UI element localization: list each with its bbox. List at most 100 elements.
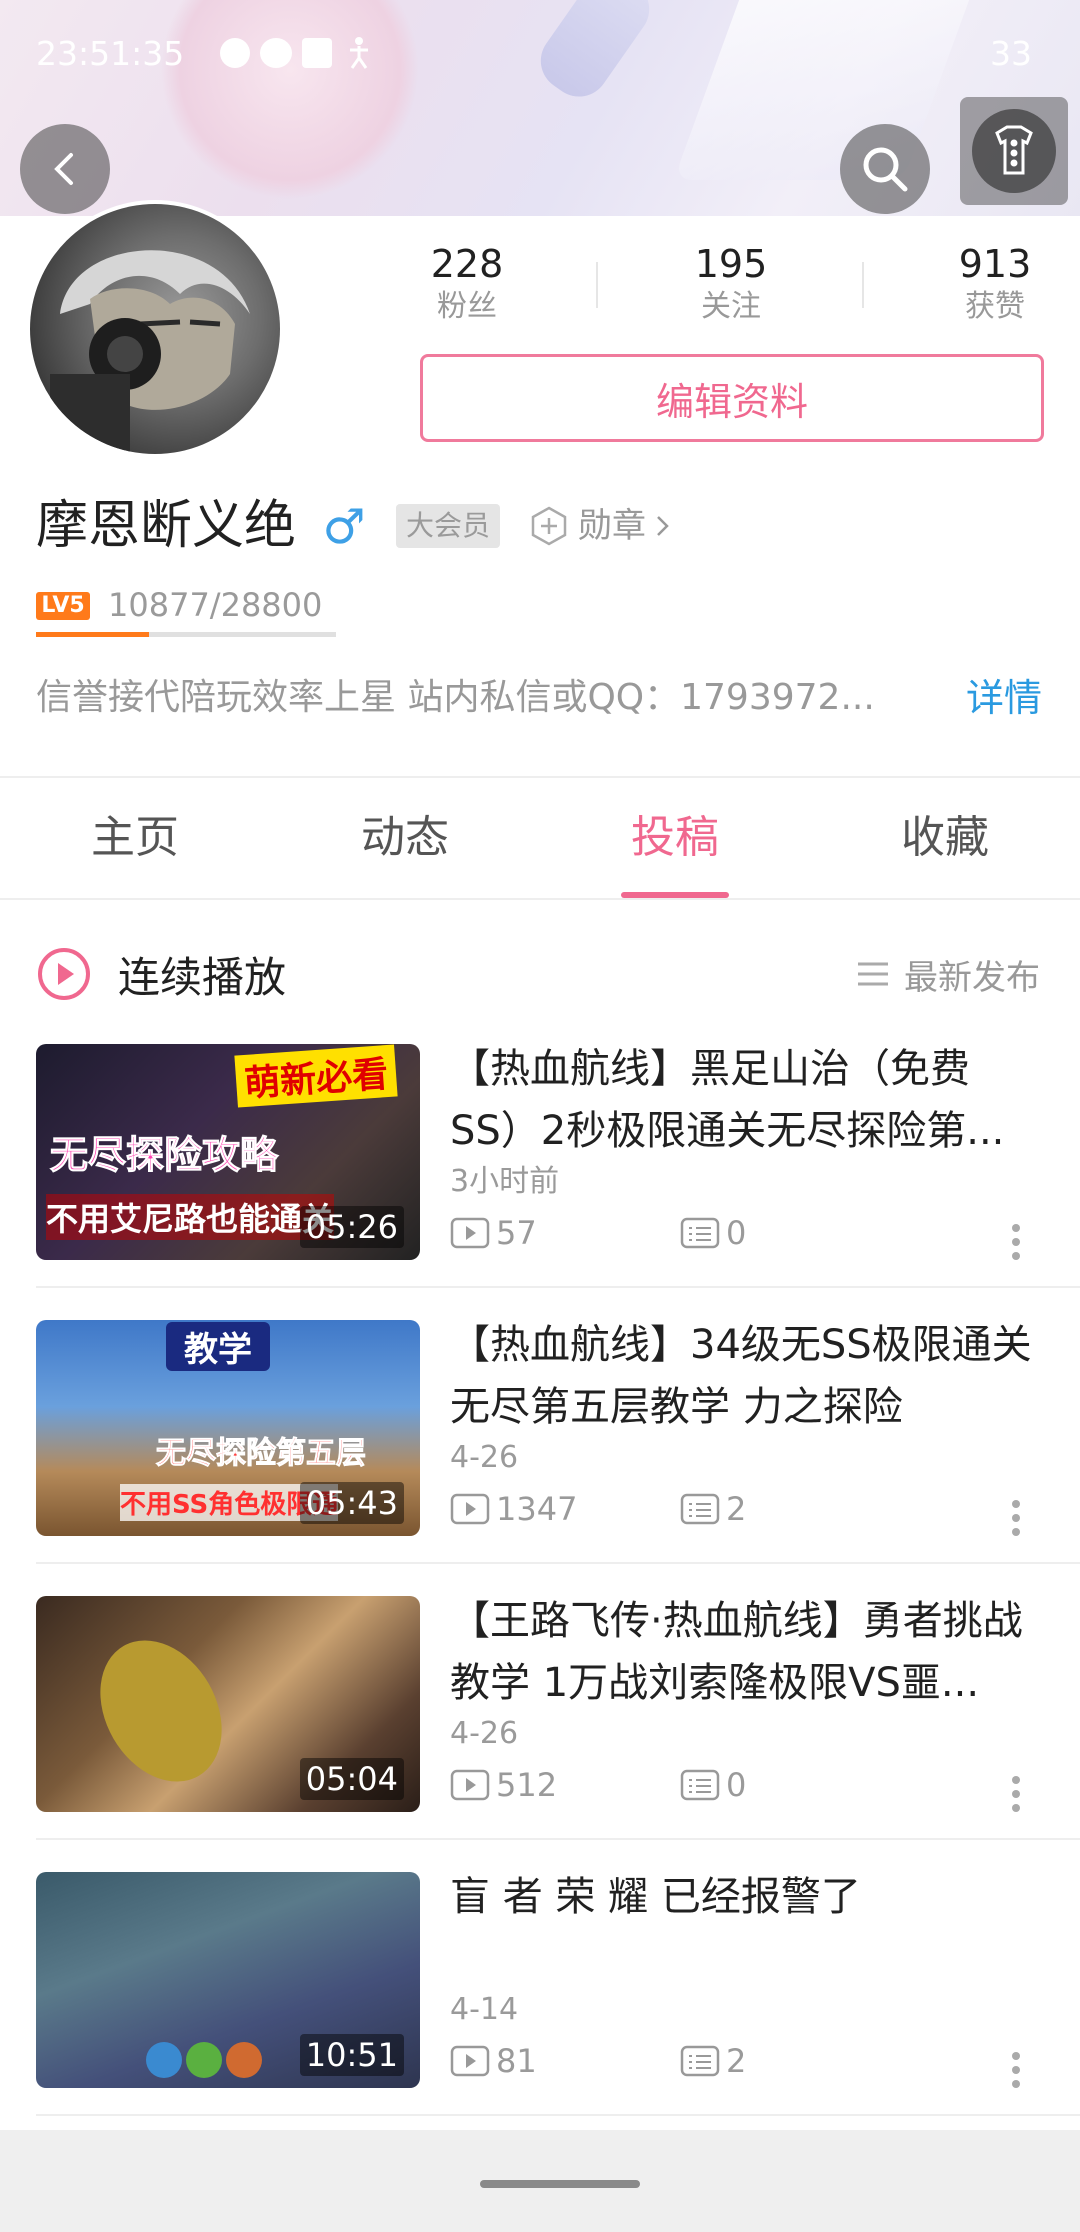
avatar[interactable] [26, 200, 284, 458]
tab-uploads[interactable]: 投稿 [540, 802, 810, 874]
divider [0, 898, 1080, 900]
sort-button[interactable]: 最新发布 [856, 944, 1040, 1004]
stat-label: 粉丝 [437, 289, 497, 324]
video-item[interactable]: 萌新必看 无尽探险攻略 不用艾尼路也能通关 05:26 【热血航线】黑足山治（免… [0, 1044, 1080, 1320]
battery-level: 33 [990, 34, 1032, 73]
more-options-icon[interactable] [1010, 1498, 1022, 1538]
status-icons [210, 36, 376, 70]
video-duration: 05:04 [299, 1758, 404, 1800]
medal-icon [531, 506, 567, 546]
video-duration: 05:43 [299, 1482, 404, 1524]
play-count: 57 [450, 1214, 537, 1252]
accessibility-icon [342, 36, 376, 70]
thumb-object [75, 1618, 247, 1804]
search-button[interactable] [840, 124, 930, 214]
video-title[interactable]: 盲 者 荣 耀 已经报警了 [450, 1866, 1040, 1928]
chat-icon [260, 38, 292, 68]
comment-count-value: 0 [726, 1214, 747, 1252]
play-count-icon [450, 1493, 490, 1525]
play-count: 512 [450, 1766, 557, 1804]
vip-badge[interactable]: 大会员 [396, 504, 501, 548]
video-item[interactable]: 10:51 盲 者 荣 耀 已经报警了 4-14 81 2 [0, 1872, 1080, 2148]
gender-male-icon: ♂ [322, 499, 366, 555]
stat-fans[interactable]: 228 粉丝 [382, 240, 552, 326]
more-options-icon[interactable] [1010, 1774, 1022, 1814]
play-count-value: 1347 [496, 1490, 578, 1528]
video-thumbnail[interactable]: 10:51 [36, 1872, 420, 2088]
comment-count-value: 2 [726, 2042, 747, 2080]
tab-favorites[interactable]: 收藏 [810, 802, 1080, 874]
level-badge: LV5 [36, 592, 90, 620]
divider [0, 776, 1080, 778]
divider [862, 262, 864, 308]
stat-likes[interactable]: 913 获赞 [910, 240, 1080, 326]
stat-value: 195 [694, 242, 768, 286]
comment-icon [680, 1493, 720, 1525]
play-count-value: 57 [496, 1214, 537, 1252]
video-item[interactable]: 05:04 【王路飞传·热血航线】勇者挑战教学 1万战刘索隆极限VS噩... 4… [0, 1596, 1080, 1872]
comment-count-value: 0 [726, 1766, 747, 1804]
divider [36, 1286, 1080, 1288]
stat-value: 913 [958, 242, 1032, 286]
more-options-icon[interactable] [1010, 2050, 1022, 2090]
signature: 信誉接代陪玩效率上星 站内私信或QQ：1793972... [36, 677, 875, 718]
chevron-left-icon [54, 153, 73, 185]
video-title[interactable]: 【王路飞传·热血航线】勇者挑战教学 1万战刘索隆极限VS噩... [450, 1590, 1040, 1714]
stat-label: 获赞 [965, 289, 1025, 324]
video-item[interactable]: 教学 无尽探险第五层 不用SS角色极限通 05:43 【热血航线】34级无SS极… [0, 1320, 1080, 1596]
detail-link[interactable]: 详情 [966, 670, 1042, 726]
medal-label: 勋章 [578, 506, 646, 546]
video-thumbnail[interactable]: 教学 无尽探险第五层 不用SS角色极限通 05:43 [36, 1320, 420, 1536]
medal-link[interactable]: 勋章 [528, 500, 672, 552]
tab-home[interactable]: 主页 [0, 802, 270, 874]
video-thumbnail[interactable]: 萌新必看 无尽探险攻略 不用艾尼路也能通关 05:26 [36, 1044, 420, 1260]
play-circle-icon [38, 948, 90, 1000]
continuous-play-label: 连续播放 [118, 952, 287, 1002]
video-date: 4-26 [450, 1440, 519, 1475]
thumb-caption: 不用艾尼路也能通关 [46, 1194, 335, 1240]
comment-count: 2 [680, 2042, 746, 2080]
divider [596, 262, 598, 308]
video-date: 3小时前 [450, 1164, 560, 1199]
video-title[interactable]: 【热血航线】34级无SS极限通关无尽第五层教学 力之探险 [450, 1314, 1040, 1438]
skill-icon [146, 2042, 182, 2078]
gesture-handle[interactable] [480, 2180, 640, 2188]
divider [36, 2114, 1080, 2116]
username: 摩恩断义绝 ♂ [36, 494, 366, 559]
notification-dot-icon [220, 38, 250, 68]
more-options-icon[interactable] [1010, 1222, 1022, 1262]
comment-count: 0 [680, 1214, 746, 1252]
stat-label: 关注 [701, 289, 761, 324]
hashtag-icon [302, 38, 332, 68]
continuous-play-button[interactable]: 连续播放 [36, 944, 286, 1004]
video-thumbnail[interactable]: 05:04 [36, 1596, 420, 1812]
back-button[interactable] [20, 124, 110, 214]
username-text: 摩恩断义绝 [36, 496, 297, 556]
thumb-caption: 无尽探险第五层 [156, 1436, 367, 1472]
play-count-icon [450, 2045, 490, 2077]
divider [36, 1562, 1080, 1564]
search-icon [863, 147, 908, 192]
comment-count: 0 [680, 1766, 746, 1804]
play-count: 81 [450, 2042, 537, 2080]
play-count-icon [450, 1217, 490, 1249]
video-title[interactable]: 【热血航线】黑足山治（免费SS）2秒极限通关无尽探险第... [450, 1038, 1040, 1162]
comment-icon [680, 1217, 720, 1249]
skill-icon [226, 2042, 262, 2078]
play-count-icon [450, 1769, 490, 1801]
video-duration: 10:51 [299, 2034, 404, 2076]
exp-progress-fill [36, 632, 150, 637]
edit-profile-button[interactable]: 编辑资料 [420, 354, 1044, 442]
stat-following[interactable]: 195 关注 [646, 240, 816, 326]
thumb-caption: 教学 [166, 1322, 270, 1371]
exp-progress-bar [36, 632, 336, 637]
theme-dress-button[interactable] [960, 97, 1068, 205]
tab-dynamics[interactable]: 动态 [270, 802, 540, 874]
comment-icon [680, 1769, 720, 1801]
more-vertical-icon [995, 125, 1033, 175]
chevron-right-icon [657, 516, 669, 536]
comment-count: 2 [680, 1490, 746, 1528]
thumb-caption: 萌新必看 [234, 1044, 398, 1108]
comment-icon [680, 2045, 720, 2077]
list-icon [858, 962, 888, 986]
